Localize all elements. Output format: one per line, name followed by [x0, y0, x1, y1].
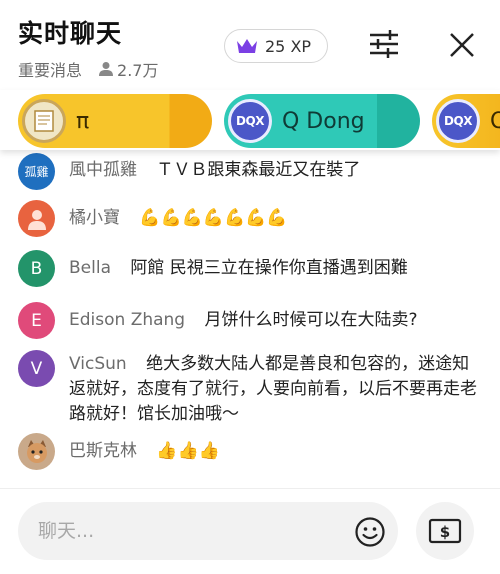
avatar — [18, 200, 55, 237]
composer-bar: $ — [0, 488, 500, 574]
xp-value: 25 XP — [265, 36, 312, 56]
avatar: E — [18, 302, 55, 339]
cat-avatar-icon — [26, 439, 47, 463]
message-list[interactable]: 孤雞 風中孤雞 ＴＶＢ跟東森最近又在裝了 橘小寶 💪💪💪💪💪💪💪 B Bella… — [0, 150, 500, 488]
list-item: B Bella 阿館 民視三立在操作你直播遇到困難 — [18, 250, 488, 287]
divider — [0, 488, 500, 489]
message-author: VicSun — [69, 354, 127, 374]
settings-icon[interactable] — [366, 28, 402, 60]
list-item: 巴斯克林 👍👍👍 — [18, 433, 488, 470]
chat-input-container[interactable] — [18, 502, 398, 560]
avatar: V — [18, 350, 55, 387]
avatar: B — [18, 250, 55, 287]
super-chat-button[interactable]: $ — [416, 502, 474, 560]
dqx-avatar: DQX — [228, 99, 272, 143]
message-body: Bella 阿館 民視三立在操作你直播遇到困難 — [69, 256, 408, 287]
avatar — [18, 433, 55, 470]
category-label: 重要消息 — [18, 61, 83, 80]
message-text: 阿館 民視三立在操作你直播遇到困難 — [130, 258, 408, 278]
message-body: VicSun 绝大多数大陆人都是善良和包容的，迷途知返就好，态度有了就行，人要向… — [69, 352, 479, 427]
message-body: 巴斯克林 👍👍👍 — [69, 439, 220, 470]
person-icon — [27, 209, 46, 230]
viewer-count: 2.7万 — [117, 61, 159, 80]
close-icon[interactable] — [447, 30, 477, 60]
message-author: 風中孤雞 — [69, 160, 137, 180]
list-item: 橘小寶 💪💪💪💪💪💪💪 — [18, 200, 488, 237]
channel-chips: π DQX Q Dong DQX Q — [0, 90, 500, 150]
emoji-icon[interactable] — [354, 516, 386, 548]
chat-input[interactable] — [38, 502, 338, 560]
chip-label: Q — [490, 108, 500, 134]
cash-icon: $ — [428, 518, 462, 544]
person-icon — [99, 62, 114, 76]
xp-badge[interactable]: 25 XP — [224, 29, 328, 63]
message-author: 橘小寶 — [69, 208, 120, 228]
message-text: 👍👍👍 — [156, 441, 220, 461]
subtitle: 重要消息 2.7万 — [18, 57, 158, 81]
message-author: Bella — [69, 258, 111, 278]
list-item: E Edison Zhang 月饼什么时候可以在大陆卖? — [18, 302, 488, 339]
avatar: 孤雞 — [18, 153, 55, 190]
message-text: 月饼什么时候可以在大陆卖? — [204, 310, 418, 330]
list-item: 孤雞 風中孤雞 ＴＶＢ跟東森最近又在裝了 — [18, 153, 488, 190]
message-body: 橘小寶 💪💪💪💪💪💪💪 — [69, 206, 288, 237]
chip-q-dong[interactable]: DQX Q Dong — [224, 94, 420, 148]
chip-pi[interactable]: π — [18, 94, 212, 148]
message-author: Edison Zhang — [69, 310, 186, 330]
message-author: 巴斯克林 — [69, 441, 137, 461]
crown-icon — [237, 39, 257, 53]
message-body: 風中孤雞 ＴＶＢ跟東森最近又在裝了 — [69, 158, 360, 190]
dqx-avatar: DQX — [436, 99, 480, 143]
list-item: V VicSun 绝大多数大陆人都是善良和包容的，迷途知返就好，态度有了就行，人… — [18, 350, 488, 427]
document-avatar-icon — [22, 99, 66, 143]
chip-label: π — [76, 108, 90, 134]
page-title: 实时聊天 — [18, 19, 123, 48]
message-body: Edison Zhang 月饼什么时候可以在大陆卖? — [69, 308, 418, 339]
chip-q[interactable]: DQX Q — [432, 94, 500, 148]
chat-header: 实时聊天 重要消息 2.7万 25 XP π DQX Q Dong DQX Q — [0, 0, 500, 150]
message-text: 💪💪💪💪💪💪💪 — [139, 208, 288, 228]
message-text: 绝大多数大陆人都是善良和包容的，迷途知返就好，态度有了就行，人要向前看，以后不要… — [69, 354, 477, 424]
chip-label: Q Dong — [282, 108, 365, 134]
message-text: ＴＶＢ跟東森最近又在裝了 — [156, 160, 361, 180]
svg-text:$: $ — [440, 523, 450, 541]
